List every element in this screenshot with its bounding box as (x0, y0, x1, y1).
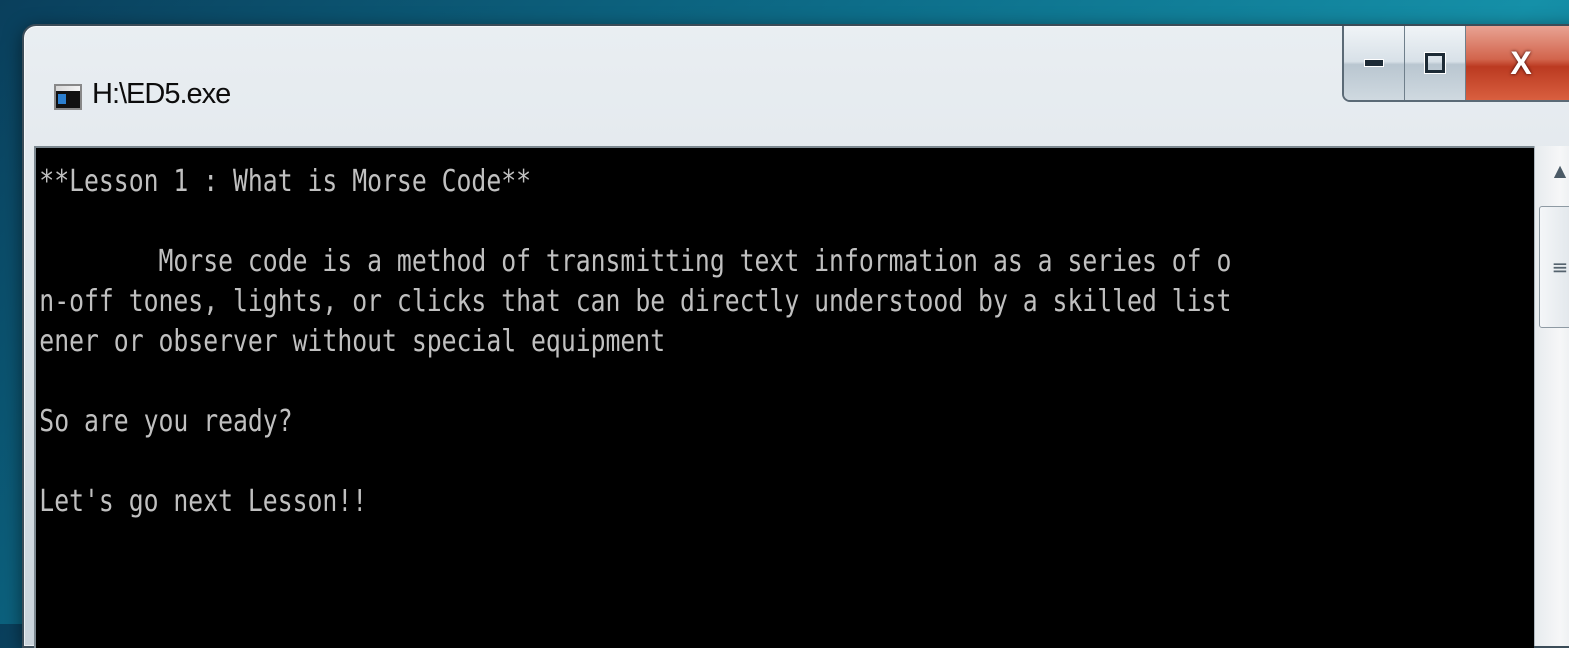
close-button[interactable]: X (1466, 26, 1569, 100)
minimize-icon (1364, 59, 1384, 67)
console-line: ener or observer without special equipme… (39, 324, 666, 359)
caption-buttons: X (1342, 26, 1569, 102)
scroll-up-arrow-icon: ▲ (1553, 160, 1567, 180)
grip-icon: ≡ (1551, 255, 1569, 279)
console-text: **Lesson 1 : What is Morse Code** Morse … (36, 148, 1272, 522)
minimize-button[interactable] (1344, 26, 1405, 100)
maximize-icon (1424, 52, 1446, 74)
console-line: Morse code is a method of transmitting t… (39, 244, 1232, 279)
console-window: H:\ED5.exe X **Lesson 1 : What is Morse … (22, 24, 1569, 648)
title-bar[interactable]: H:\ED5.exe (24, 26, 1569, 144)
window-title: H:\ED5.exe (92, 78, 231, 110)
console-line: **Lesson 1 : What is Morse Code** (39, 164, 532, 199)
console-line: Let's go next Lesson!! (39, 484, 368, 519)
scroll-thumb[interactable]: ≡ (1539, 206, 1569, 328)
scroll-up-button[interactable]: ▲ (1535, 146, 1569, 194)
console-line: So are you ready? (39, 404, 293, 439)
console-output[interactable]: **Lesson 1 : What is Morse Code** Morse … (34, 146, 1534, 648)
console-app-icon[interactable] (54, 84, 82, 110)
close-icon: X (1510, 44, 1532, 81)
vertical-scrollbar[interactable]: ▲ ≡ (1534, 146, 1569, 646)
maximize-button[interactable] (1405, 26, 1466, 100)
console-line: n-off tones, lights, or clicks that can … (39, 284, 1232, 319)
